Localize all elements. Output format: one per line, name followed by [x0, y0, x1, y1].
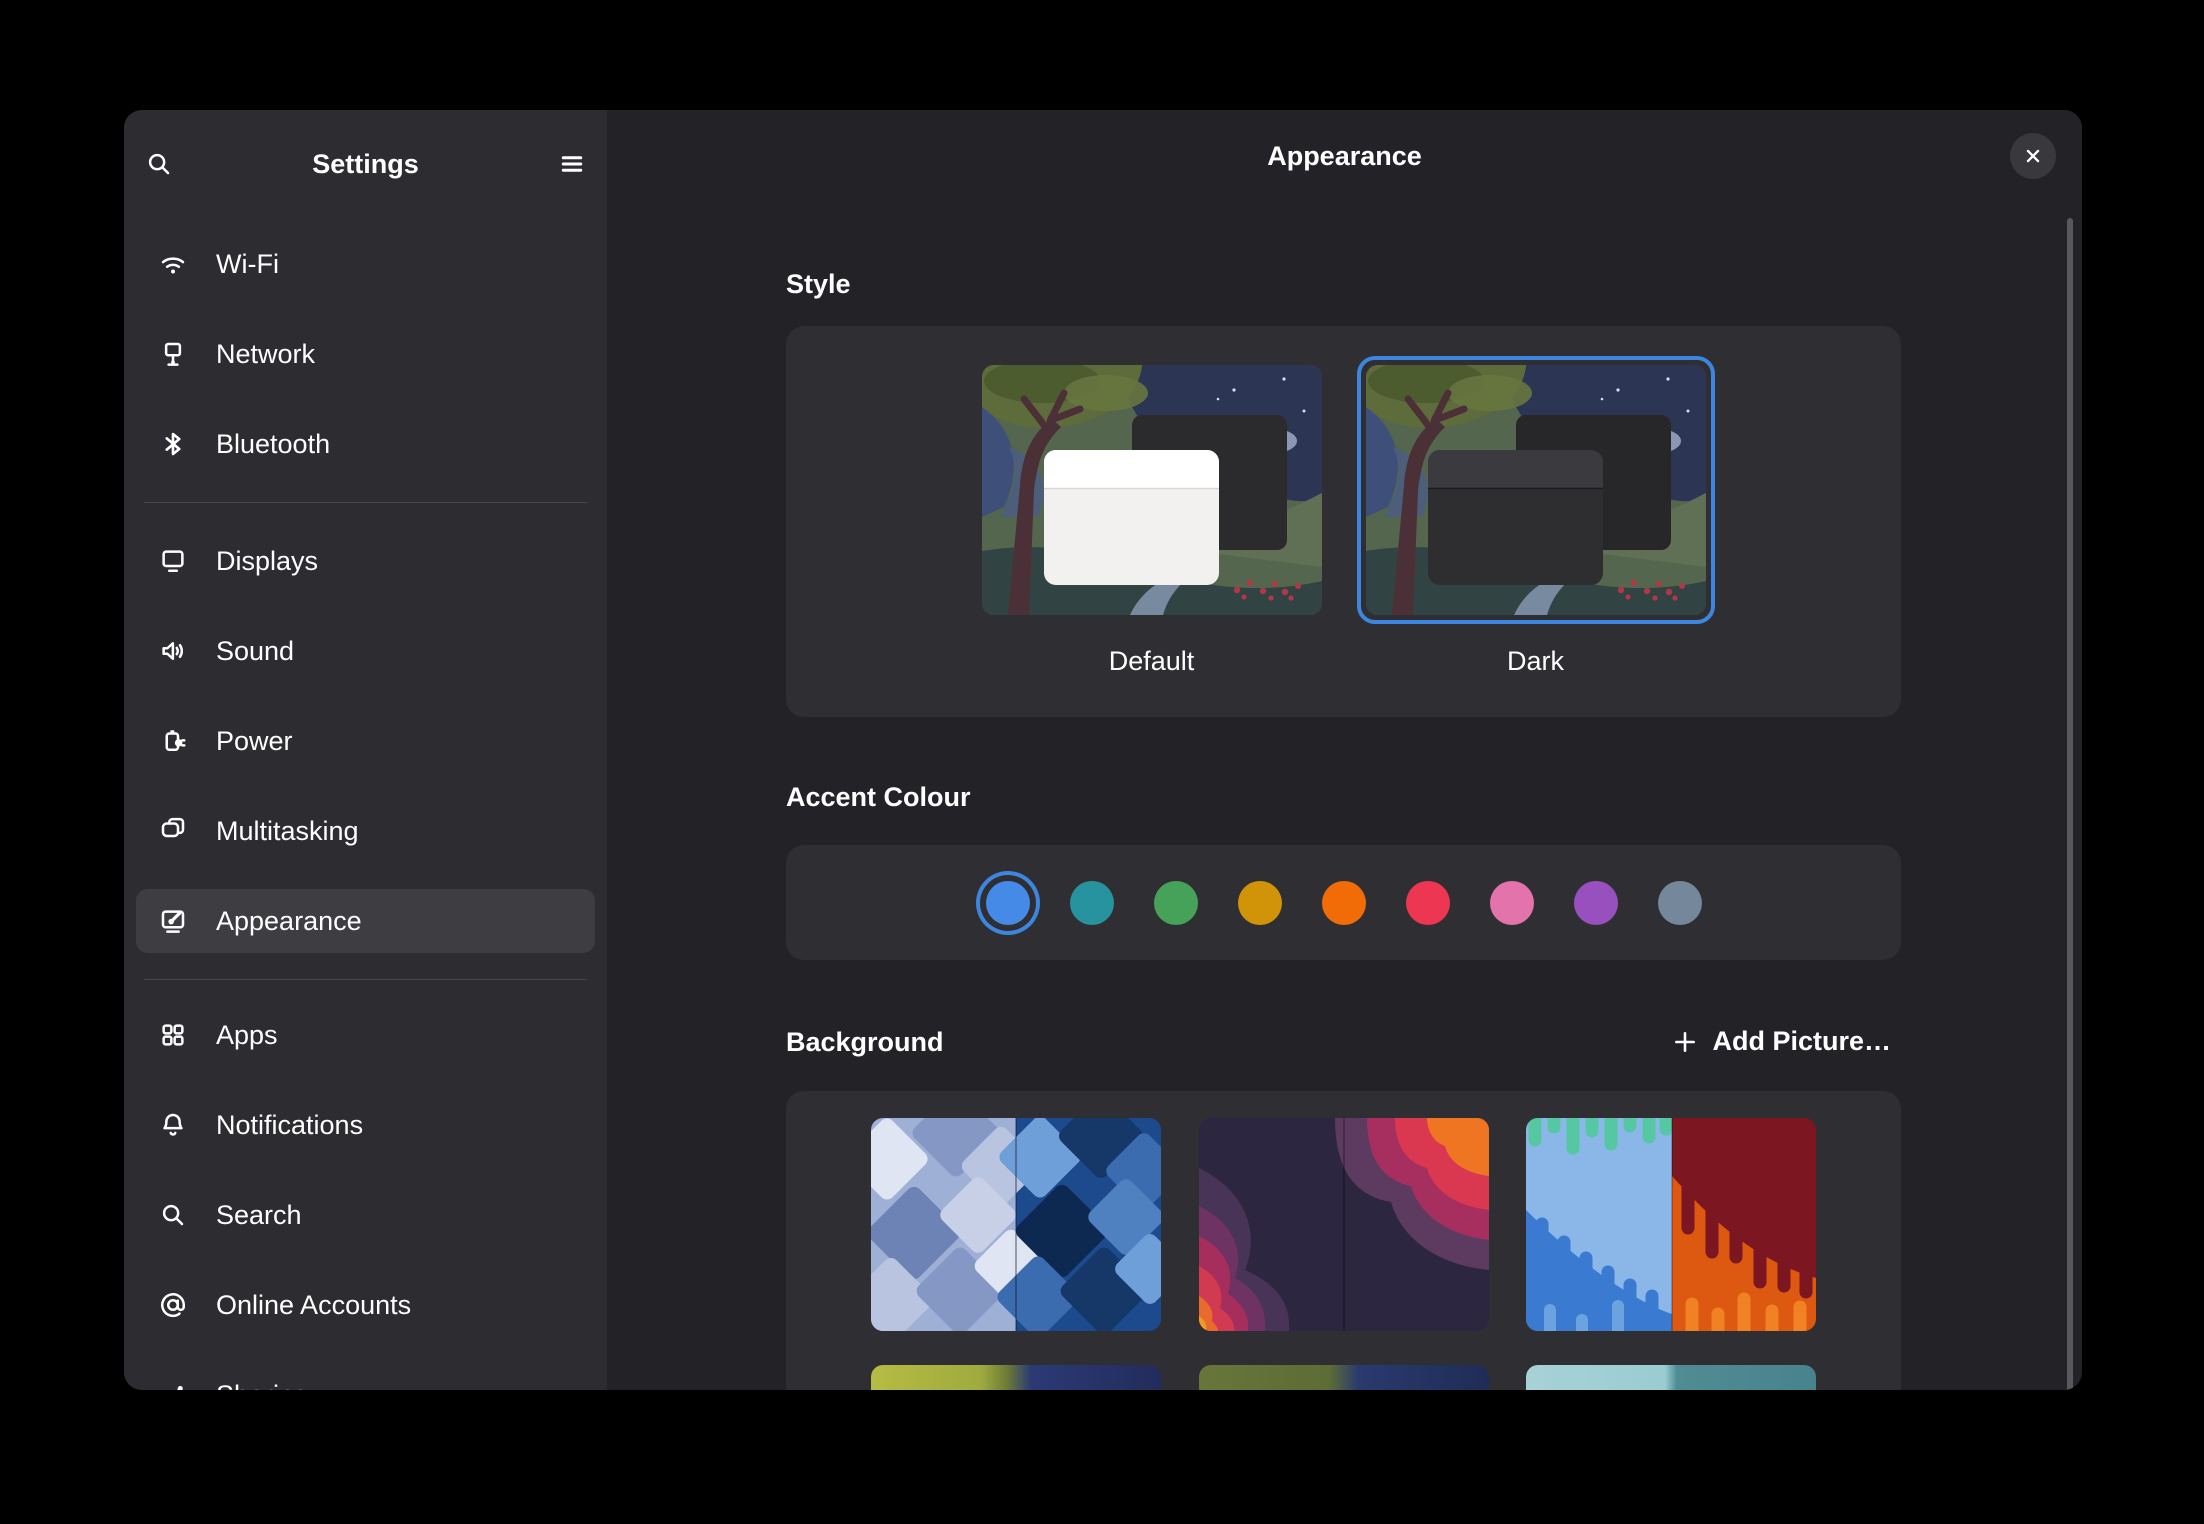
style-section-title: Style: [786, 268, 1901, 300]
panel-title: Appearance: [1267, 141, 1422, 172]
sidebar-item-power[interactable]: Power: [136, 709, 595, 773]
overlapping-windows-icon: [158, 816, 188, 846]
sidebar-item-search[interactable]: Search: [136, 1183, 595, 1247]
style-dark-label: Dark: [1507, 646, 1564, 677]
hamburger-menu-icon: [557, 149, 587, 179]
add-picture-button[interactable]: Add Picture…: [1662, 1020, 1901, 1063]
display-icon: [158, 546, 188, 576]
close-window-button[interactable]: [2010, 133, 2056, 179]
sidebar-item-label: Apps: [216, 1020, 278, 1051]
accent-swatch-green[interactable]: [1154, 881, 1198, 925]
sharing-key-icon: [158, 1380, 188, 1390]
sidebar-item-sharing[interactable]: Sharing: [136, 1363, 595, 1390]
style-default-frame: [973, 356, 1331, 624]
add-picture-label: Add Picture…: [1712, 1026, 1891, 1057]
at-symbol-icon: [158, 1290, 188, 1320]
sidebar-item-notifications[interactable]: Notifications: [136, 1093, 595, 1157]
appearance-page: Style: [607, 268, 2082, 1390]
sidebar-item-network[interactable]: Network: [136, 322, 595, 386]
accent-swatch-blue[interactable]: [986, 881, 1030, 925]
wifi-icon: [158, 249, 188, 279]
sidebar-item-sound[interactable]: Sound: [136, 619, 595, 683]
sidebar-item-label: Notifications: [216, 1110, 363, 1141]
plus-icon: [1672, 1029, 1698, 1055]
sidebar-item-label: Power: [216, 726, 293, 757]
style-dark-preview: [1366, 365, 1706, 615]
bell-icon: [158, 1110, 188, 1140]
display-brush-icon: [158, 906, 188, 936]
accent-swatch-orange[interactable]: [1322, 881, 1366, 925]
sidebar-nav: Wi-Fi Network Bluetooth Displays: [136, 232, 595, 1390]
sidebar: Settings Wi-Fi Network: [124, 110, 607, 1390]
sidebar-header: Settings: [136, 118, 595, 210]
speaker-icon: [158, 636, 188, 666]
sidebar-item-multitasking[interactable]: Multitasking: [136, 799, 595, 863]
style-dark-frame-selected: [1357, 356, 1715, 624]
sidebar-item-label: Sharing: [216, 1380, 309, 1391]
style-option-default[interactable]: Default: [973, 356, 1331, 677]
sidebar-item-displays[interactable]: Displays: [136, 529, 595, 593]
search-button[interactable]: [136, 141, 182, 187]
sidebar-item-label: Wi-Fi: [216, 249, 279, 280]
sidebar-item-label: Network: [216, 339, 315, 370]
sidebar-item-label: Multitasking: [216, 816, 359, 847]
sidebar-separator: [144, 979, 587, 980]
sidebar-item-online-accounts[interactable]: Online Accounts: [136, 1273, 595, 1337]
sidebar-item-label: Search: [216, 1200, 302, 1231]
background-section-title: Background: [786, 1026, 944, 1058]
sidebar-item-bluetooth[interactable]: Bluetooth: [136, 412, 595, 476]
paint-drips-art: [1526, 1118, 1816, 1331]
sidebar-item-label: Online Accounts: [216, 1290, 411, 1321]
sidebar-item-label: Bluetooth: [216, 429, 330, 460]
wallpaper-lime-night-thumbnail[interactable]: [871, 1365, 1161, 1390]
accent-swatch-red[interactable]: [1406, 881, 1450, 925]
accent-swatch-teal[interactable]: [1070, 881, 1114, 925]
wallpaper-blue-cubes-thumbnail[interactable]: [871, 1118, 1161, 1331]
settings-window: Settings Wi-Fi Network: [124, 110, 2082, 1390]
style-default-label: Default: [1109, 646, 1195, 677]
wallpaper-paint-drips-thumbnail[interactable]: [1526, 1118, 1816, 1331]
blue-cubes-art: [871, 1118, 1161, 1331]
accent-colour-card: [786, 845, 1901, 960]
accent-section-title: Accent Colour: [786, 781, 1901, 813]
wallpaper-olive-night-thumbnail[interactable]: [1199, 1365, 1489, 1390]
sidebar-item-apps[interactable]: Apps: [136, 1003, 595, 1067]
accent-swatch-pink[interactable]: [1490, 881, 1534, 925]
sidebar-item-label: Sound: [216, 636, 294, 667]
style-option-dark[interactable]: Dark: [1357, 356, 1715, 677]
sidebar-item-appearance[interactable]: Appearance: [136, 889, 595, 953]
network-icon: [158, 339, 188, 369]
sidebar-separator: [144, 502, 587, 503]
sidebar-item-wifi[interactable]: Wi-Fi: [136, 232, 595, 296]
panel-header: Appearance: [607, 110, 2082, 202]
accent-swatch-slate[interactable]: [1658, 881, 1702, 925]
wallpaper-teal-water-thumbnail[interactable]: [1526, 1365, 1816, 1390]
sidebar-title: Settings: [136, 149, 595, 180]
lava-waves-art: [1199, 1118, 1489, 1331]
sidebar-item-label: Displays: [216, 546, 318, 577]
accent-swatch-yellow[interactable]: [1238, 881, 1282, 925]
style-card: Default: [786, 326, 1901, 717]
desktop: { "sidebar": { "title": "Settings", "sea…: [0, 0, 2204, 1524]
wallpaper-lava-waves-thumbnail[interactable]: [1199, 1118, 1489, 1331]
style-default-preview: [982, 365, 1322, 615]
accent-swatch-purple[interactable]: [1574, 881, 1618, 925]
main-menu-button[interactable]: [549, 141, 595, 187]
apps-grid-icon: [158, 1020, 188, 1050]
close-icon: [2022, 145, 2044, 167]
search-icon: [144, 149, 174, 179]
battery-plug-icon: [158, 726, 188, 756]
search-icon: [158, 1200, 188, 1230]
sidebar-item-label: Appearance: [216, 906, 362, 937]
background-card: [786, 1091, 1901, 1390]
bluetooth-icon: [158, 429, 188, 459]
scrollbar[interactable]: [2067, 218, 2073, 1390]
appearance-panel: Appearance Style: [607, 110, 2082, 1390]
